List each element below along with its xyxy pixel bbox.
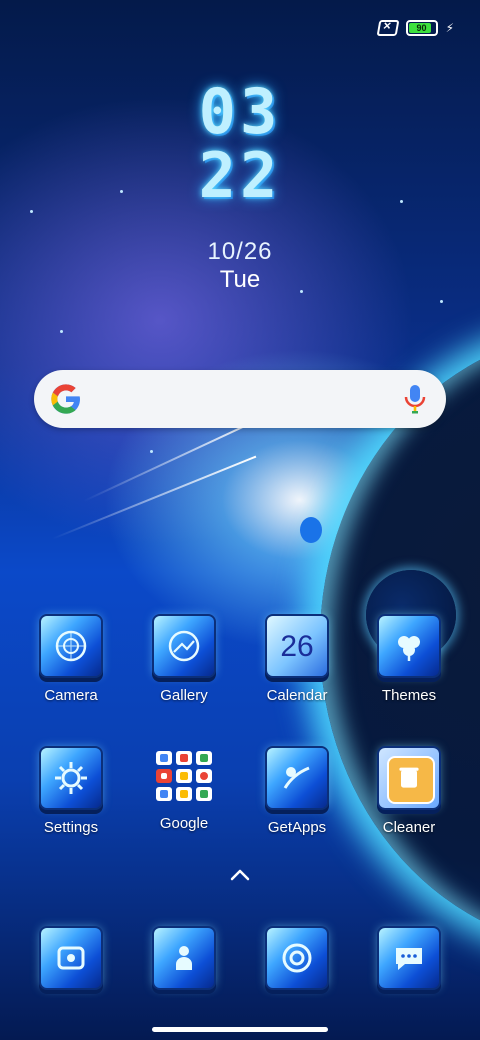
- camera-icon: [41, 616, 101, 676]
- dock-phone[interactable]: [16, 928, 126, 988]
- clock-widget[interactable]: 03 22: [190, 80, 290, 208]
- browser-icon: [267, 928, 327, 988]
- app-label: Google: [159, 815, 209, 832]
- app-camera[interactable]: Camera: [16, 616, 126, 704]
- google-g-icon: [51, 384, 80, 414]
- chevron-up-icon[interactable]: [229, 868, 251, 882]
- contacts-icon: [154, 928, 214, 988]
- dock-browser[interactable]: [242, 928, 352, 988]
- google-folder-icon: [156, 748, 212, 804]
- day-label: Tue: [219, 266, 261, 293]
- app-label: Themes: [381, 687, 437, 704]
- getapps-icon: [267, 748, 327, 808]
- app-themes[interactable]: Themes: [354, 616, 464, 704]
- calendar-icon: 26: [267, 616, 327, 676]
- cleaner-icon: [379, 748, 439, 808]
- clock-minutes: 22: [198, 139, 282, 212]
- dock-contacts[interactable]: [129, 928, 239, 988]
- app-google-folder[interactable]: Google: [129, 748, 239, 832]
- status-bar: 90 ⚡: [376, 18, 454, 38]
- app-calendar[interactable]: 26 Calendar: [242, 616, 352, 704]
- settings-icon: [41, 748, 101, 808]
- app-label: GetApps: [267, 819, 327, 836]
- phone-icon: [41, 928, 101, 988]
- calendar-date-badge: 26: [280, 630, 314, 663]
- app-getapps[interactable]: GetApps: [242, 748, 352, 836]
- app-cleaner[interactable]: Cleaner: [354, 748, 464, 836]
- battery-icon: 90: [405, 20, 438, 36]
- date-label: 10/26: [207, 238, 273, 265]
- dock-messages[interactable]: [354, 928, 464, 988]
- microphone-icon[interactable]: [404, 384, 426, 414]
- app-label: Gallery: [160, 687, 208, 704]
- app-gallery[interactable]: Gallery: [129, 616, 239, 704]
- navigation-gesture-handle[interactable]: [152, 1027, 328, 1032]
- app-label: Calendar: [266, 687, 328, 704]
- no-sim-icon: [376, 20, 399, 36]
- google-search-bar[interactable]: [34, 370, 446, 428]
- app-label: Cleaner: [382, 819, 436, 836]
- charging-bolt-icon: ⚡: [445, 21, 454, 35]
- gallery-icon: [154, 616, 214, 676]
- floating-ball-icon[interactable]: [300, 517, 322, 543]
- themes-icon: [379, 616, 439, 676]
- app-label: Camera: [44, 687, 98, 704]
- app-label: Settings: [43, 819, 99, 836]
- clock-hours: 03: [198, 75, 282, 148]
- app-settings[interactable]: Settings: [16, 748, 126, 836]
- messages-icon: [379, 928, 439, 988]
- battery-level: 90: [416, 23, 427, 33]
